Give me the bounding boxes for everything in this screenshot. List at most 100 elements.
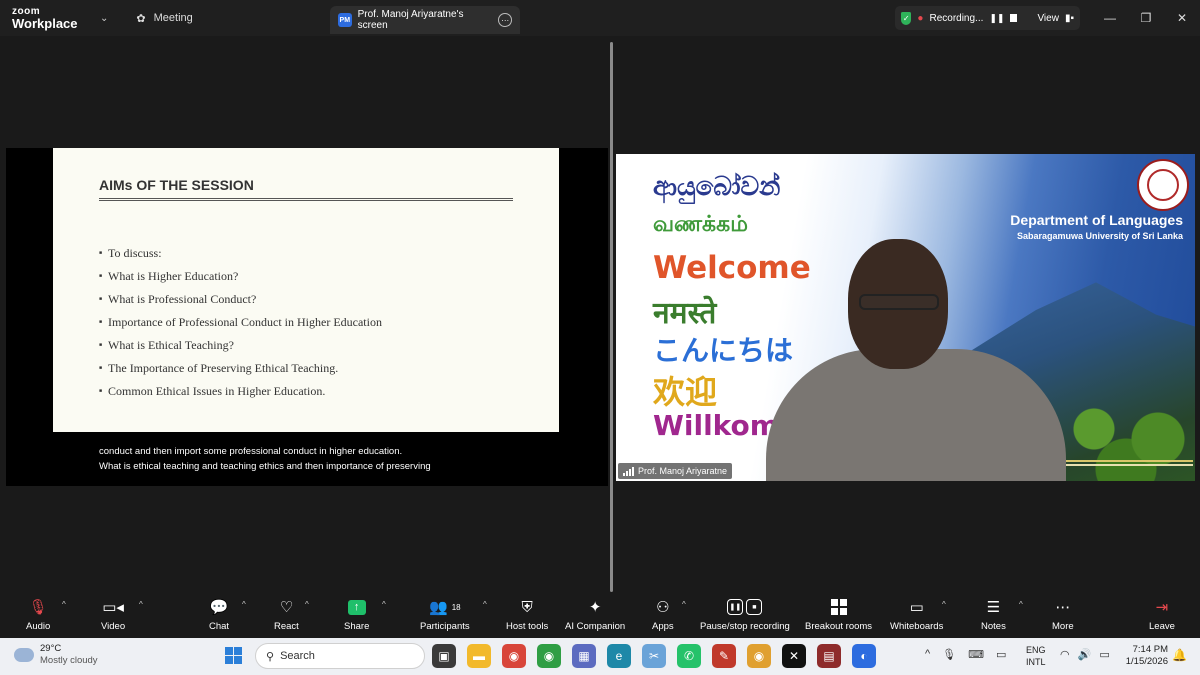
pinned-apps: ▣ ▬ ◉ ◉ ▦ e ✂ ✆ ✎ ◉ ✕ ▤ ◐ (432, 644, 876, 668)
share-button[interactable]: ↑ Share (344, 596, 369, 632)
temperature: 29°C (40, 643, 62, 654)
apps-icon: ⚇ (656, 599, 670, 616)
display-icon[interactable]: ▭ (996, 648, 1006, 661)
whiteboards-button[interactable]: ▭ Whiteboards (890, 596, 943, 632)
input-language[interactable]: ENG INTL (1026, 644, 1046, 668)
restore-icon[interactable]: ❐ (1128, 0, 1164, 36)
breakout-rooms-button[interactable]: Breakout rooms (805, 596, 872, 632)
slide-bullet: What is Higher Education? (99, 265, 382, 288)
pdf-editor-icon[interactable]: ✎ (712, 644, 736, 668)
more-button[interactable]: ⋯ More (1052, 596, 1074, 632)
chevron-up-icon[interactable]: ^ (305, 600, 309, 609)
greeting-hindi: नमस्ते (653, 296, 717, 331)
taskbar-search[interactable]: ⚲ Search (255, 643, 425, 669)
chevron-up-icon[interactable]: ^ (62, 600, 66, 609)
meeting-menu[interactable]: ✿ Meeting (136, 12, 192, 25)
edge-icon[interactable]: e (607, 644, 631, 668)
video-button[interactable]: ▭◂ Video (101, 596, 125, 632)
share-screen-icon: ↑ (347, 599, 366, 615)
winrar-icon[interactable]: ▤ (817, 644, 841, 668)
file-explorer-icon[interactable]: ▬ (467, 644, 491, 668)
leave-button[interactable]: ⇥ Leave (1149, 596, 1175, 632)
participant-name: Prof. Manoj Ariyaratne (638, 466, 728, 476)
zoom-app-icon[interactable]: ◐ (852, 644, 876, 668)
react-label: React (274, 621, 299, 632)
apps-button[interactable]: ⚇ Apps (652, 596, 674, 632)
presentation-slide: AIMs OF THE SESSION To discuss: What is … (53, 148, 559, 432)
greeting-tamil: வணக்கம் (653, 212, 748, 237)
chevron-up-icon[interactable]: ^ (682, 600, 686, 609)
recording-label: Pause/stop recording (700, 621, 790, 632)
shield-icon: ⛨ (521, 598, 533, 616)
capcut-icon[interactable]: ✕ (782, 644, 806, 668)
chat-button[interactable]: 💬 Chat (209, 596, 229, 632)
chevron-down-icon[interactable]: ⌄ (100, 13, 108, 24)
chevron-up-icon[interactable]: ^ (1019, 600, 1023, 609)
chevron-up-icon[interactable]: ^ (942, 600, 946, 609)
slide-bullets: To discuss: What is Higher Education? Wh… (99, 242, 382, 403)
more-options-icon[interactable]: ··· (498, 13, 512, 27)
participants-count: 18 (451, 602, 461, 612)
window-controls: — ❐ ✕ (1092, 0, 1200, 36)
title-bar: zoom Workplace ⌄ ✿ Meeting PM Prof. Mano… (0, 0, 1200, 36)
search-placeholder: Search (280, 650, 315, 662)
host-tools-button[interactable]: ⛨ Host tools (506, 596, 548, 633)
stop-icon[interactable] (1010, 14, 1018, 22)
chevron-up-icon[interactable]: ^ (242, 600, 246, 609)
chrome-secondary-icon[interactable]: ◉ (747, 644, 771, 668)
greeting-sinhala: ආයුබෝවන් (653, 172, 781, 202)
shield-check-icon[interactable]: ✓ (901, 11, 912, 25)
chevron-up-icon[interactable]: ^ (925, 648, 930, 661)
chevron-up-icon[interactable]: ^ (139, 600, 143, 609)
close-icon[interactable]: ✕ (1164, 0, 1200, 36)
participant-video[interactable]: ආයුබෝවන් வணக்கம் Welcome नमस्ते こんにちは 欢迎… (616, 154, 1195, 481)
ai-companion-button[interactable]: ✦ AI Companion (565, 596, 625, 632)
pause-icon[interactable]: ❚❚ (989, 13, 1004, 24)
tab-title: Prof. Manoj Ariyaratne's screen (357, 9, 464, 31)
more-icon: ⋯ (1055, 599, 1071, 616)
volume-icon: 🔊 (1077, 649, 1092, 661)
cloud-recording-icon: ● (917, 12, 924, 24)
weather-widget[interactable]: 29°C Mostly cloudy (14, 643, 98, 667)
whatsapp-icon[interactable]: ✆ (677, 644, 701, 668)
participants-label: Participants (420, 621, 470, 632)
quick-settings[interactable]: ◠ 🔊 ▭ (1060, 648, 1110, 661)
view-label[interactable]: View (1037, 13, 1059, 24)
calculator-icon[interactable]: ▦ (572, 644, 596, 668)
battery-icon: ▭ (1099, 649, 1110, 661)
background-trees (1046, 389, 1195, 481)
participants-button[interactable]: 👥 18 Participants (420, 596, 470, 632)
react-button[interactable]: ♡ React (274, 596, 299, 632)
participant-name-tag: Prof. Manoj Ariyaratne (618, 463, 733, 479)
snipping-tool-icon[interactable]: ✂ (642, 644, 666, 668)
audio-button[interactable]: 🎙 Audio (26, 596, 50, 632)
system-tray: ^ 🎙 ⌨ ▭ (925, 648, 1006, 661)
minimize-icon[interactable]: — (1092, 0, 1128, 36)
meeting-toolbar: 🎙 Audio ^ ▭◂ Video ^ 💬 Chat ^ ♡ React ^ … (0, 592, 1200, 638)
chrome-profile-icon[interactable]: ◉ (537, 644, 561, 668)
video-label: Video (101, 621, 126, 632)
live-captions: conduct and then import some professiona… (99, 444, 431, 474)
notes-button[interactable]: ☰ Notes (981, 596, 1006, 632)
system-clock[interactable]: 7:14 PM 1/15/2026 (1120, 644, 1168, 668)
camera-icon: ▭◂ (102, 599, 124, 616)
more-label: More (1052, 621, 1074, 632)
microphone-icon[interactable]: 🎙 (942, 648, 956, 661)
windows-start-icon[interactable] (225, 647, 242, 664)
chevron-up-icon[interactable]: ^ (483, 600, 487, 609)
split-view-divider[interactable] (610, 42, 613, 592)
notification-bell-icon[interactable]: 🔔 (1172, 648, 1187, 662)
leave-label: Leave (1149, 621, 1175, 632)
slide-divider (99, 198, 513, 201)
presenter-figure (766, 239, 1066, 481)
chrome-icon[interactable]: ◉ (502, 644, 526, 668)
task-view-icon[interactable]: ▣ (432, 644, 456, 668)
screen-share-tab[interactable]: PM Prof. Manoj Ariyaratne's screen ··· (330, 6, 520, 34)
keyboard-icon[interactable]: ⌨ (968, 648, 984, 661)
view-layout-icon[interactable]: ▮▪ (1065, 13, 1074, 24)
mic-muted-icon: 🎙 (28, 599, 48, 616)
brand-bottom: Workplace (12, 15, 78, 31)
chevron-up-icon[interactable]: ^ (382, 600, 386, 609)
pause-stop-recording-button[interactable]: ❚❚ ■ Pause/stop recording (700, 596, 790, 632)
meeting-label: Meeting (153, 12, 193, 24)
